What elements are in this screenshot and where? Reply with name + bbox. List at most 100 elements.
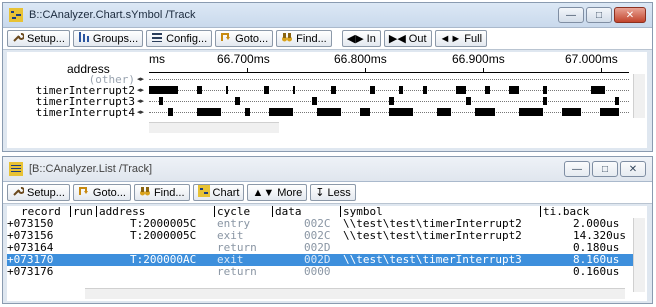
zoom-full-button[interactable]: ◄► Full bbox=[434, 30, 488, 47]
list-horizontal-scrollbar[interactable] bbox=[85, 288, 625, 299]
close-button[interactable]: ✕ bbox=[614, 7, 646, 23]
zoom-in-icon: ◀▶ bbox=[346, 33, 364, 45]
groups-button[interactable]: Groups... bbox=[72, 30, 144, 47]
zoom-full-icon: ◄► bbox=[439, 32, 462, 45]
chart-window-titlebar[interactable]: B::CAnalyzer.Chart.sYmbol /Track — □ ✕ bbox=[3, 3, 652, 28]
chart-area[interactable]: ms 66.700ms 66.800ms 66.900ms 67.000ms a… bbox=[7, 52, 647, 148]
chart-vertical-scrollbar[interactable] bbox=[633, 74, 645, 118]
activity-segment bbox=[542, 97, 548, 105]
chart-button[interactable]: Chart bbox=[192, 184, 245, 201]
setup-button[interactable]: Setup... bbox=[7, 30, 70, 47]
track-row-label: timerInterrupt4 bbox=[35, 106, 135, 119]
activity-segment bbox=[465, 97, 471, 105]
close-icon: ✕ bbox=[628, 163, 638, 175]
chart-window-title: B::CAnalyzer.Chart.sYmbol /Track bbox=[29, 9, 196, 21]
cell-tiback: 0.160us bbox=[573, 265, 620, 278]
ruler-line bbox=[149, 72, 629, 73]
config-icon bbox=[151, 31, 163, 46]
list-vertical-scrollbar[interactable] bbox=[633, 218, 645, 292]
activity-segment bbox=[437, 108, 452, 116]
table-row[interactable]: +073176 return 0000 0.160us bbox=[7, 266, 633, 278]
activity-segment bbox=[293, 86, 296, 94]
activity-segment bbox=[561, 108, 581, 116]
trace-list[interactable]: record run address cycle data symbol ti.… bbox=[7, 206, 647, 301]
minimize-button[interactable]: — bbox=[558, 7, 584, 23]
chart-toolbar: Setup... Groups... Config... Goto... Fin… bbox=[3, 28, 652, 50]
activity-segment bbox=[331, 86, 337, 94]
activity-segment bbox=[614, 97, 620, 105]
chart-app-icon bbox=[9, 8, 23, 22]
cell-record: +073176 bbox=[7, 265, 54, 278]
activity-segment bbox=[269, 108, 293, 116]
find-button[interactable]: Find... bbox=[276, 30, 332, 47]
cell-address: T:2000005C bbox=[130, 229, 197, 242]
activity-segment bbox=[475, 108, 495, 116]
close-icon: ✕ bbox=[625, 9, 635, 21]
activity-segment bbox=[197, 86, 202, 94]
activity-segment bbox=[600, 108, 620, 116]
activity-segment bbox=[518, 108, 543, 116]
activity-segment bbox=[456, 86, 466, 94]
config-button[interactable]: Config... bbox=[146, 30, 213, 47]
activity-segment bbox=[389, 108, 413, 116]
row-expand-icon[interactable]: ◂▸ bbox=[137, 109, 145, 116]
activity-segment bbox=[225, 86, 229, 94]
list-app-icon bbox=[9, 162, 23, 176]
ruler-tick-label: 66.800ms bbox=[334, 52, 387, 66]
more-button[interactable]: ▲▼ More bbox=[247, 184, 308, 201]
more-icon: ▲▼ bbox=[252, 186, 275, 199]
activity-segment bbox=[149, 86, 178, 94]
cell-symbol: \\test\test\timerInterrupt3 bbox=[343, 253, 522, 266]
cell-address: T:200000AC bbox=[130, 253, 197, 266]
cell-data: 0000 bbox=[304, 265, 331, 278]
track-lane bbox=[149, 96, 629, 107]
activity-segment bbox=[158, 97, 164, 105]
close-button[interactable]: ✕ bbox=[620, 161, 646, 177]
activity-segment bbox=[422, 86, 428, 94]
activity-segment bbox=[168, 108, 173, 116]
ruler-tick bbox=[247, 68, 248, 73]
setup-button[interactable]: Setup... bbox=[7, 184, 70, 201]
goto-button[interactable]: Goto... bbox=[215, 30, 274, 47]
goto-icon bbox=[78, 185, 90, 200]
time-ruler: ms 66.700ms 66.800ms 66.900ms 67.000ms a… bbox=[7, 52, 647, 76]
track-lane bbox=[149, 74, 629, 85]
list-window-title: [B::CAnalyzer.List /Track] bbox=[29, 163, 153, 175]
row-expand-icon[interactable]: ◂▸ bbox=[137, 98, 145, 105]
ruler-unit: ms bbox=[149, 52, 165, 66]
col-header-run[interactable]: run bbox=[73, 206, 93, 218]
less-icon: ↧ bbox=[315, 187, 325, 199]
ruler-tick bbox=[601, 68, 602, 73]
row-expand-icon[interactable]: ◂▸ bbox=[137, 76, 145, 83]
ruler-tick-label: 66.900ms bbox=[452, 52, 505, 66]
groups-icon bbox=[78, 31, 90, 46]
activity-segment bbox=[245, 108, 250, 116]
find-button[interactable]: Find... bbox=[133, 184, 190, 201]
row-expand-icon[interactable]: ◂▸ bbox=[137, 87, 145, 94]
activity-segment bbox=[264, 86, 269, 94]
activity-segment bbox=[197, 108, 221, 116]
cell-cycle: return bbox=[217, 265, 257, 278]
ruler-tick bbox=[365, 68, 366, 73]
less-button[interactable]: ↧ Less bbox=[310, 184, 356, 201]
wrench-icon bbox=[12, 31, 25, 46]
col-header-data[interactable]: data bbox=[275, 206, 302, 218]
zoom-out-button[interactable]: ▶◀ Out bbox=[383, 30, 432, 47]
activity-segment bbox=[389, 97, 394, 105]
activity-segment bbox=[485, 86, 490, 94]
activity-segment bbox=[317, 108, 341, 116]
zoom-in-button[interactable]: ◀▶ In bbox=[341, 30, 381, 47]
track-row[interactable]: timerInterrupt4 ◂▸ bbox=[7, 107, 647, 118]
goto-icon bbox=[220, 31, 232, 46]
list-window-titlebar[interactable]: [B::CAnalyzer.List /Track] — □ ✕ bbox=[3, 157, 652, 182]
chart-icon bbox=[197, 185, 210, 200]
cell-symbol: \\test\test\timerInterrupt2 bbox=[343, 229, 522, 242]
chart-horizontal-scrollbar[interactable] bbox=[149, 122, 279, 133]
binoculars-icon bbox=[281, 31, 293, 46]
minimize-button[interactable]: — bbox=[564, 161, 590, 177]
activity-segment bbox=[542, 86, 548, 94]
maximize-icon: □ bbox=[595, 9, 603, 21]
maximize-button[interactable]: □ bbox=[586, 7, 612, 23]
maximize-button[interactable]: □ bbox=[592, 161, 618, 177]
goto-button[interactable]: Goto... bbox=[72, 184, 131, 201]
